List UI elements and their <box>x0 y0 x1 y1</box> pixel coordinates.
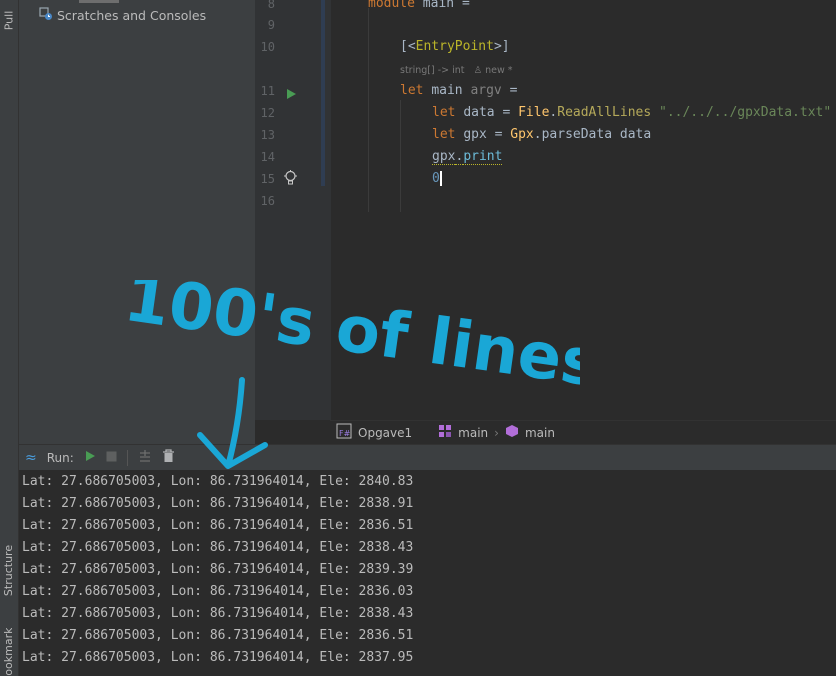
console-output[interactable]: Lat: 27.686705003, Lon: 86.731964014, El… <box>19 470 836 676</box>
lightbulb-icon[interactable] <box>284 170 297 190</box>
bookmarks-tab[interactable]: Bookmarks <box>0 628 18 676</box>
console-line: Lat: 27.686705003, Lon: 86.731964014, El… <box>22 496 414 511</box>
stop-icon[interactable] <box>106 451 117 465</box>
argv-param: argv <box>470 83 502 98</box>
console-line: Lat: 27.686705003, Lon: 86.731964014, El… <box>22 650 414 665</box>
let-keyword: let <box>400 83 424 98</box>
code-line-15: 0 <box>432 171 442 186</box>
fold-markers <box>325 0 331 1</box>
structure-tab-label: Structure <box>2 544 16 596</box>
function-icon <box>505 424 519 441</box>
line-number: 8 <box>267 0 275 11</box>
equals: = <box>502 105 511 120</box>
pull-requests-tab[interactable]: Pull <box>0 0 18 40</box>
chevron-right-icon: › <box>494 425 499 440</box>
indent-guide <box>368 8 369 212</box>
code-line-14: gpx.print <box>432 149 503 165</box>
line-number: 9 <box>267 18 275 32</box>
code-line-8: module main = <box>368 0 470 11</box>
console-line: Lat: 27.686705003, Lon: 86.731964014, El… <box>22 584 414 599</box>
toolbar-divider <box>126 449 128 466</box>
let-keyword: let <box>432 127 456 142</box>
inlay-hint: string[] -> int ♙ new * <box>400 65 513 76</box>
console-line: Lat: 27.686705003, Lon: 86.731964014, El… <box>22 628 414 643</box>
return-zero: 0 <box>432 171 440 186</box>
equals: = <box>494 127 503 142</box>
module-name: main <box>422 0 455 11</box>
code-line-12: let data = File.ReadAllLines "../../../g… <box>432 105 832 120</box>
user-icon: ♙ <box>473 65 483 76</box>
data-argument: data <box>619 127 652 142</box>
trash-icon[interactable] <box>162 449 175 466</box>
change-marker <box>321 0 325 186</box>
let-keyword: let <box>432 105 456 120</box>
pin-tab-icon[interactable] <box>138 449 152 466</box>
breadcrumb: F# Opgave1 main › main <box>330 420 836 444</box>
console-line: Lat: 27.686705003, Lon: 86.731964014, El… <box>22 540 414 555</box>
indent-guide <box>400 100 401 212</box>
code-editor[interactable]: 8 9 10 11 12 13 14 15 16 module main = [… <box>255 0 836 420</box>
line-number: 15 <box>260 172 275 186</box>
scrolled-item-remnant <box>79 0 119 3</box>
run-config-icon: ≈ <box>25 449 37 466</box>
gpx-module: Gpx <box>510 127 534 142</box>
gpx-print-object: gpx <box>432 149 456 165</box>
line-number: 16 <box>260 194 275 208</box>
signature-hint: string[] -> int <box>400 65 465 76</box>
breadcrumb-project[interactable]: Opgave1 <box>358 426 412 440</box>
print-member: print <box>463 149 503 165</box>
pull-requests-tab-label: Pull <box>2 10 16 30</box>
parsedata-function: parseData <box>541 127 613 142</box>
breadcrumb-module[interactable]: main <box>458 426 488 440</box>
console-line: Lat: 27.686705003, Lon: 86.731964014, El… <box>22 606 414 621</box>
console-line: Lat: 27.686705003, Lon: 86.731964014, El… <box>22 474 414 489</box>
file-class: File <box>518 105 550 120</box>
line-number: 11 <box>260 84 275 98</box>
equals: = <box>509 83 518 98</box>
gpx-variable: gpx <box>463 127 487 142</box>
line-number: 14 <box>260 150 275 164</box>
module-keyword: module <box>368 0 415 11</box>
entrypoint-attr: EntryPoint <box>415 39 494 54</box>
project-panel: Scratches and Consoles <box>19 0 255 444</box>
author-hint: new * <box>485 65 513 76</box>
code-line-13: let gpx = Gpx.parseData data <box>432 127 652 142</box>
readalllines-method: ReadAllLines <box>557 105 652 120</box>
svg-text:F#: F# <box>339 429 351 438</box>
left-tool-strip: Pull Structure Bookmarks <box>0 0 19 676</box>
fsharp-project-icon: F# <box>336 423 352 442</box>
run-label: Run: <box>46 450 74 465</box>
structure-tab[interactable]: Structure <box>0 540 18 600</box>
scratches-label: Scratches and Consoles <box>57 8 207 23</box>
editor-gutter: 8 9 10 11 12 13 14 15 16 <box>255 0 331 420</box>
console-line: Lat: 27.686705003, Lon: 86.731964014, El… <box>22 518 414 533</box>
bookmarks-tab-label: Bookmarks <box>2 628 16 676</box>
text-cursor <box>439 171 442 186</box>
line-number: 13 <box>260 128 275 142</box>
console-line: Lat: 27.686705003, Lon: 86.731964014, El… <box>22 562 414 577</box>
scratches-and-consoles-item[interactable]: Scratches and Consoles <box>39 7 206 24</box>
path-string: "../../../gpxData.txt" <box>659 105 832 120</box>
breadcrumb-function[interactable]: main <box>525 426 555 440</box>
module-icon <box>438 424 452 441</box>
run-toolbar: ≈ Run: <box>19 444 836 470</box>
code-line-10: [<EntryPoint>] <box>400 39 510 54</box>
line-number: 12 <box>260 106 275 120</box>
scratches-icon <box>39 7 53 24</box>
run-gutter-icon[interactable] <box>286 85 297 104</box>
main-function: main <box>431 83 463 98</box>
attr-open: [< <box>400 39 416 54</box>
attr-close: >] <box>493 39 510 54</box>
line-number: 10 <box>260 40 275 54</box>
rerun-icon[interactable] <box>84 450 96 465</box>
data-variable: data <box>463 105 495 120</box>
code-line-11: let main argv = <box>400 83 517 98</box>
equals: = <box>461 0 470 11</box>
